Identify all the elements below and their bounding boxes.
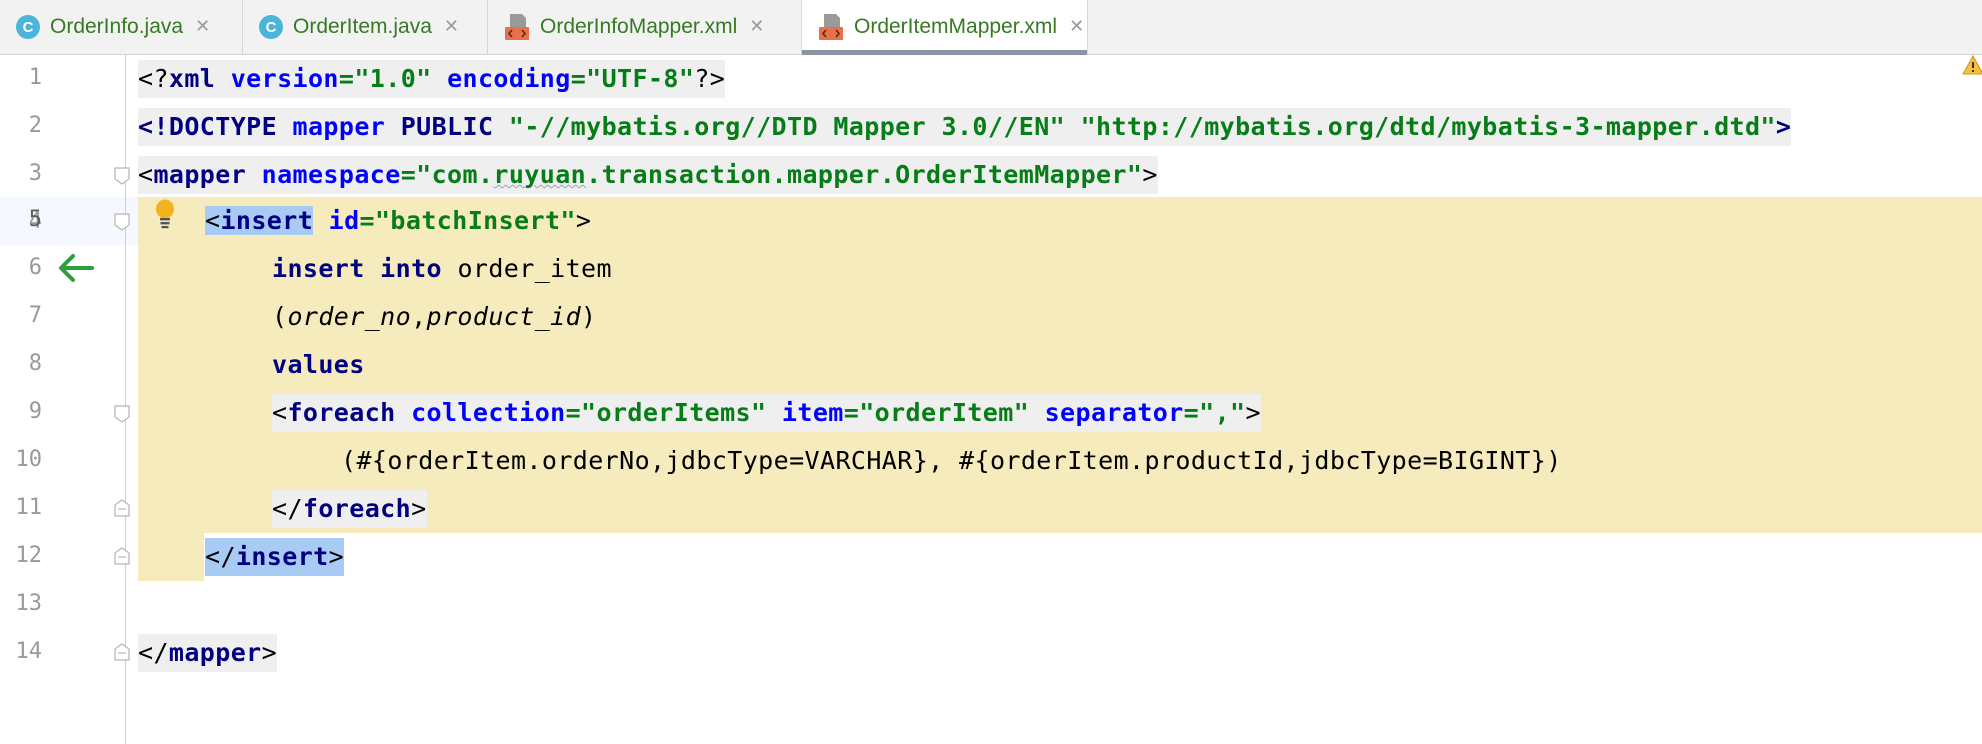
line-number: 1 [28, 65, 42, 90]
code-line: 8 values [0, 341, 1982, 389]
code-text: </foreach> [272, 490, 427, 528]
code-text: </mapper> [138, 634, 278, 672]
code-text: <!DOCTYPE mapper PUBLIC "-//mybatis.org/… [138, 108, 1792, 146]
code-line: 1 <?xml version="1.0" encoding="UTF-8"?> [0, 55, 1982, 103]
code-line: 3 <mapper namespace="com.ruyuan.transact… [0, 151, 1982, 199]
code-line: 11 </foreach> [0, 485, 1982, 533]
navigate-to-declaration-arrow-icon[interactable] [56, 252, 94, 284]
code-line: 5 <insert id="batchInsert"> [0, 197, 1982, 245]
line-number: 3 [28, 161, 42, 186]
code-text: (#{orderItem.orderNo,jdbcType=VARCHAR}, … [341, 446, 1562, 475]
java-class-icon: C [259, 15, 283, 39]
code-text: (order_no,product_id) [272, 302, 597, 331]
java-class-icon: C [16, 15, 40, 39]
close-icon[interactable]: ✕ [444, 18, 459, 36]
line-number: 5 [28, 207, 42, 232]
code-text: </insert> [205, 538, 345, 576]
fold-end-marker-icon[interactable] [114, 499, 130, 517]
line-number: 6 [28, 255, 42, 280]
tab-label: OrderInfoMapper.xml [540, 15, 738, 38]
code-line: 12 </insert> [0, 533, 1982, 581]
code-text: <foreach collection="orderItems" item="o… [272, 394, 1261, 432]
warning-icon[interactable] [1962, 55, 1982, 75]
line-number: 12 [15, 543, 43, 568]
code-text: <mapper namespace="com.ruyuan.transactio… [138, 156, 1158, 194]
fold-marker-icon[interactable] [114, 167, 130, 185]
line-number: 8 [28, 351, 42, 376]
line-number: 10 [15, 447, 43, 472]
tab-label: OrderItem.java [293, 15, 432, 38]
editor-tab-bar: C OrderInfo.java ✕ C OrderItem.java ✕ Or… [0, 0, 1982, 55]
fold-marker-icon[interactable] [114, 405, 130, 423]
code-line: 13 [0, 581, 1982, 629]
fold-marker-icon[interactable] [114, 213, 130, 231]
line-number: 11 [15, 495, 43, 520]
code-line: 2 <!DOCTYPE mapper PUBLIC "-//mybatis.or… [0, 103, 1982, 151]
code-text: values [272, 350, 365, 379]
close-icon[interactable]: ✕ [195, 18, 210, 36]
tab-orderinfomapper-xml[interactable]: OrderInfoMapper.xml ✕ [488, 0, 802, 54]
xml-file-icon [819, 14, 843, 40]
fold-end-marker-icon[interactable] [114, 547, 130, 565]
code-text: <?xml version="1.0" encoding="UTF-8"?> [138, 60, 726, 98]
tab-label: OrderInfo.java [50, 15, 184, 38]
tab-orderinfo-java[interactable]: C OrderInfo.java ✕ [0, 0, 243, 54]
code-text: insert into order_item [272, 254, 612, 283]
code-text: <insert id="batchInsert"> [205, 206, 592, 235]
code-line: 14 </mapper> [0, 629, 1982, 677]
fold-end-marker-icon[interactable] [114, 643, 130, 661]
line-number: 14 [15, 639, 43, 664]
line-number: 9 [28, 399, 42, 424]
close-icon[interactable]: ✕ [749, 18, 764, 36]
code-line: 9 <foreach collection="orderItems" item=… [0, 389, 1982, 437]
xml-file-icon [505, 14, 529, 40]
lightbulb-icon[interactable] [152, 198, 178, 230]
tab-orderitemmapper-xml[interactable]: OrderItemMapper.xml ✕ [802, 0, 1088, 55]
code-line: 10 (#{orderItem.orderNo,jdbcType=VARCHAR… [0, 437, 1982, 485]
tab-label: OrderItemMapper.xml [854, 15, 1058, 38]
code-line: 7 (order_no,product_id) [0, 293, 1982, 341]
tab-orderitem-java[interactable]: C OrderItem.java ✕ [243, 0, 488, 54]
close-icon[interactable]: ✕ [1069, 18, 1084, 36]
line-number: 13 [15, 591, 43, 616]
code-line: 6 insert into order_item [0, 245, 1982, 293]
code-editor[interactable]: 1 <?xml version="1.0" encoding="UTF-8"?>… [0, 55, 1982, 744]
line-number: 7 [28, 303, 42, 328]
line-number: 2 [28, 113, 42, 138]
